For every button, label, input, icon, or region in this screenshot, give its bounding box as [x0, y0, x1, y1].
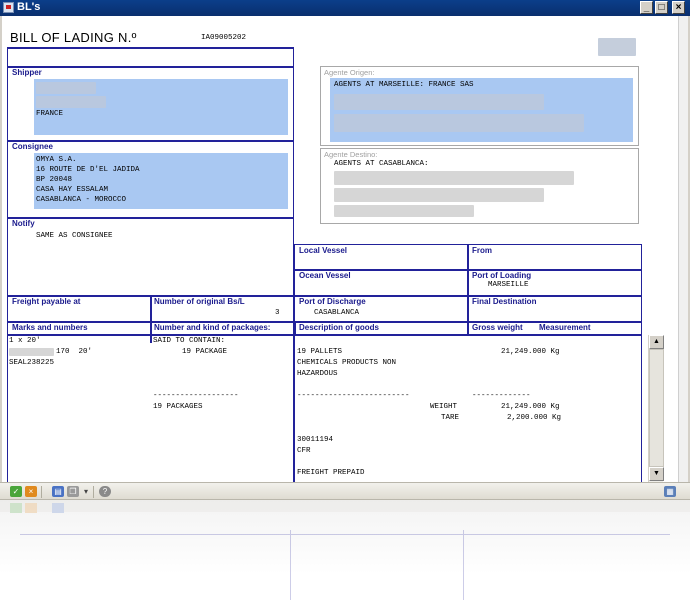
total-packages: 19 PACKAGES — [153, 403, 203, 411]
freight-payable-label: Freight payable at — [12, 297, 81, 306]
reference-number: 30011194 — [297, 436, 334, 444]
agente-origen-value: AGENTS AT MARSEILLE: FRANCE SAS — [334, 81, 474, 89]
shipper-country: FRANCE — [36, 110, 64, 118]
packages-header: Number and kind of packages: — [154, 323, 271, 332]
company-logo — [598, 38, 636, 56]
said-to-contain: SAID TO CONTAIN: — [153, 337, 226, 345]
scroll-thumb[interactable] — [649, 349, 664, 467]
window-title-bar: BL's _ □ × — [0, 0, 690, 16]
bl-number: IA09005202 — [201, 34, 247, 42]
marks-line-2: 170 20' — [56, 348, 93, 356]
maximize-button[interactable]: □ — [655, 1, 668, 14]
consignee-line-3: BP 20048 — [36, 176, 73, 184]
weight-value: 21,249.000 Kg — [501, 403, 560, 411]
local-vessel-label: Local Vessel — [299, 246, 348, 255]
agente-destino-label: Agente Destino: — [324, 150, 378, 159]
port-of-loading-value[interactable]: MARSEILLE — [488, 280, 529, 290]
print-icon[interactable]: ▤ — [52, 486, 64, 497]
view-options-icon[interactable]: ▦ — [664, 486, 676, 497]
scroll-up-button[interactable]: ▲ — [649, 335, 664, 349]
consignee-line-1: OMYA S.A. — [36, 156, 77, 164]
notify-value[interactable]: SAME AS CONSIGNEE — [36, 231, 113, 241]
tare-label: TARE — [441, 414, 460, 422]
bl-title: BILL OF LADING N.º — [10, 30, 137, 45]
consignee-line-2: 16 ROUTE DE D'EL JADIDA — [36, 166, 140, 174]
desc-line-1: 19 PALLETS — [297, 348, 343, 356]
gross-weight-value: 21,249.000 Kg — [501, 348, 560, 356]
consignee-label: Consignee — [12, 142, 53, 151]
marks-header: Marks and numbers — [12, 323, 88, 332]
bill-of-lading-document: BILL OF LADING N.º IA09005202 Shipper FR… — [4, 16, 647, 482]
package-line: 19 PACKAGE — [182, 348, 228, 356]
port-of-loading-label: Port of Loading — [472, 271, 532, 280]
cancel-icon[interactable]: × — [25, 486, 37, 497]
help-icon[interactable]: ? — [99, 486, 111, 497]
reflection-area — [0, 500, 690, 606]
minimize-button[interactable]: _ — [640, 1, 653, 14]
original-bsl-label: Number of original Bs/L — [154, 297, 245, 306]
final-destination-label: Final Destination — [472, 297, 537, 306]
port-of-discharge-value[interactable]: CASABLANCA — [314, 308, 359, 318]
measurement-header: Measurement — [539, 323, 591, 332]
desc-line-2: CHEMICALS PRODUCTS NON — [297, 359, 397, 367]
consignee-line-5: CASABLANCA - MOROCCO — [36, 196, 127, 204]
consignee-line-4: CASA HAY ESSALAM — [36, 186, 109, 194]
window-title: BL's — [17, 1, 41, 13]
dash-line-description: ------------------------- — [297, 392, 410, 400]
description-header: Description of goods — [299, 323, 379, 332]
desc-line-3: HAZARDOUS — [297, 370, 338, 378]
marks-line-1: 1 x 20' — [9, 337, 41, 345]
close-button[interactable]: × — [672, 1, 685, 14]
dash-line-weight: ------------- — [472, 392, 531, 400]
dash-line-packages: ------------------- — [153, 392, 239, 400]
weight-label: WEIGHT — [430, 403, 458, 411]
copy-icon[interactable]: ❐ — [67, 486, 79, 497]
notify-label: Notify — [12, 219, 35, 228]
reflection-content — [0, 500, 690, 606]
ocean-vessel-label: Ocean Vessel — [299, 271, 351, 280]
tare-value: 2,200.000 Kg — [507, 414, 562, 422]
gross-weight-header: Gross weight — [472, 323, 523, 332]
chevron-down-icon[interactable]: ▾ — [80, 486, 92, 497]
incoterm: CFR — [297, 447, 311, 455]
port-of-discharge-label: Port of Discharge — [299, 297, 366, 306]
app-icon — [3, 2, 14, 13]
agente-destino-value[interactable]: AGENTS AT CASABLANCA: — [334, 159, 429, 169]
original-bsl-value[interactable]: 3 — [275, 308, 280, 318]
bottom-toolbar: ✓ × ▤ ❐ ▾ ? ▦ — [0, 482, 690, 500]
marks-line-3: SEAL238225 — [9, 359, 55, 367]
from-label: From — [472, 246, 492, 255]
agente-origen-label: Agente Origen: — [324, 68, 375, 77]
document-scrollbar[interactable]: ▲ ▼ — [648, 335, 664, 482]
scroll-down-button[interactable]: ▼ — [649, 467, 664, 481]
shipper-label: Shipper — [12, 68, 42, 77]
freight-terms: FREIGHT PREPAID — [297, 469, 365, 477]
window-scrollbar[interactable] — [678, 16, 688, 482]
accept-icon[interactable]: ✓ — [10, 486, 22, 497]
